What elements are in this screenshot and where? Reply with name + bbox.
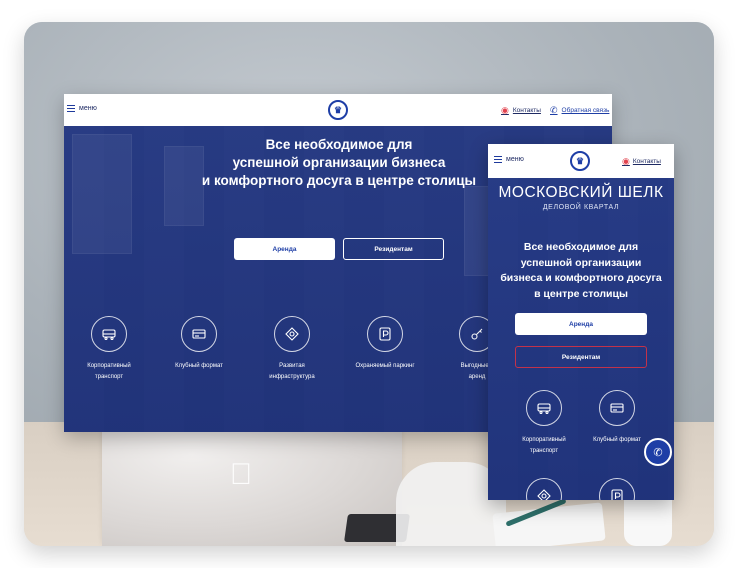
- hero-title-line: Все необходимое для: [265, 137, 413, 152]
- hero-title-line: в центре столицы: [534, 287, 628, 300]
- desktop-header: меню ♛ ◉ Контакты ✆ Обратная связь: [64, 94, 612, 126]
- feature-label: Развитая: [279, 363, 305, 369]
- mobile-residents-button[interactable]: Резидентам: [515, 346, 647, 368]
- hero-title-line: и комфортного досуга в центре столицы: [201, 173, 477, 188]
- desktop-menu-label: меню: [79, 105, 97, 112]
- infrastructure-icon: [526, 478, 562, 500]
- crown-icon: ♛: [333, 104, 343, 115]
- phone-icon: ✆: [653, 446, 663, 459]
- feature-item[interactable]: [582, 478, 652, 500]
- bus-icon: [91, 316, 127, 352]
- feature-label: Клубный формат: [175, 363, 223, 369]
- feature-label: транспорт: [94, 374, 124, 380]
- feature-item[interactable]: Развитая инфраструктура: [247, 316, 337, 383]
- feature-label: Корпоративный: [87, 363, 131, 369]
- desktop-feedback-link[interactable]: ✆ Обратная связь: [550, 105, 609, 116]
- mobile-menu-label: меню: [506, 156, 524, 163]
- desktop-contacts-label: Контакты: [512, 107, 541, 114]
- card-icon: [181, 316, 217, 352]
- phone-icon: ✆: [550, 105, 558, 115]
- feature-item[interactable]: Охраняемый паркинг: [340, 316, 430, 372]
- feature-label: транспорт: [529, 448, 559, 454]
- brand-subtitle: ДЕЛОВОЙ КВАРТАЛ: [542, 204, 620, 211]
- building-window: [72, 134, 132, 254]
- desktop-rent-button[interactable]: Аренда: [234, 238, 335, 260]
- desktop-contacts-link[interactable]: ◉ Контакты: [501, 105, 541, 116]
- hero-title-line: успешной организации бизнеса: [232, 155, 446, 170]
- cup-image: [624, 494, 672, 546]
- mobile-menu-button[interactable]: меню: [494, 156, 524, 163]
- desktop-hero-title: Все необходимое для успешной организации…: [174, 136, 504, 190]
- crown-icon: ♛: [575, 155, 585, 166]
- mobile-contacts-link[interactable]: ◉ Контакты: [622, 156, 661, 167]
- feature-label: Клубный формат: [593, 437, 641, 443]
- mobile-logo[interactable]: ♛: [570, 151, 590, 171]
- feature-item[interactable]: Корпоративный транспорт: [64, 316, 154, 383]
- mobile-hero-title: Все необходимое для успешной организации…: [494, 240, 668, 302]
- mobile-screen: меню ♛ ◉ Контакты МОСКОВСКИЙ ШЕЛК ДЕЛОВО…: [488, 144, 674, 500]
- parking-icon: [599, 478, 635, 500]
- hero-title-line: бизнеса и комфортного досуга: [500, 272, 662, 284]
- feature-item[interactable]: Клубный формат: [582, 390, 652, 446]
- feature-item[interactable]: Корпоративный транспорт: [509, 390, 579, 457]
- hamburger-icon: [67, 105, 75, 112]
- location-pin-icon: ◉: [622, 156, 630, 166]
- mobile-rent-button[interactable]: Аренда: [515, 313, 647, 335]
- infrastructure-icon: [274, 316, 310, 352]
- location-pin-icon: ◉: [501, 105, 509, 115]
- feature-item[interactable]: Клубный формат: [154, 316, 244, 372]
- feature-label: Корпоративный: [522, 437, 566, 443]
- call-button[interactable]: ✆: [644, 438, 672, 466]
- hamburger-icon: [494, 156, 502, 163]
- desktop-logo[interactable]: ♛: [328, 100, 348, 120]
- desktop-feedback-label: Обратная связь: [561, 107, 610, 114]
- mobile-header: меню ♛ ◉ Контакты: [488, 144, 674, 178]
- brand-name: МОСКОВСКИЙ ШЕЛК: [498, 184, 664, 201]
- feature-item[interactable]: [509, 478, 579, 500]
- card-icon: [599, 390, 635, 426]
- feature-label: инфраструктура: [269, 374, 315, 380]
- feature-label: Охраняемый паркинг: [355, 363, 415, 369]
- desktop-residents-button[interactable]: Резидентам: [343, 238, 444, 260]
- hero-title-line: Все необходимое для: [523, 241, 639, 253]
- apple-logo-icon: : [226, 458, 256, 492]
- parking-icon: [367, 316, 403, 352]
- bus-icon: [526, 390, 562, 426]
- desktop-menu-button[interactable]: меню: [67, 105, 97, 112]
- hero-title-line: успешной организации: [520, 256, 642, 269]
- mobile-contacts-label: Контакты: [632, 158, 661, 165]
